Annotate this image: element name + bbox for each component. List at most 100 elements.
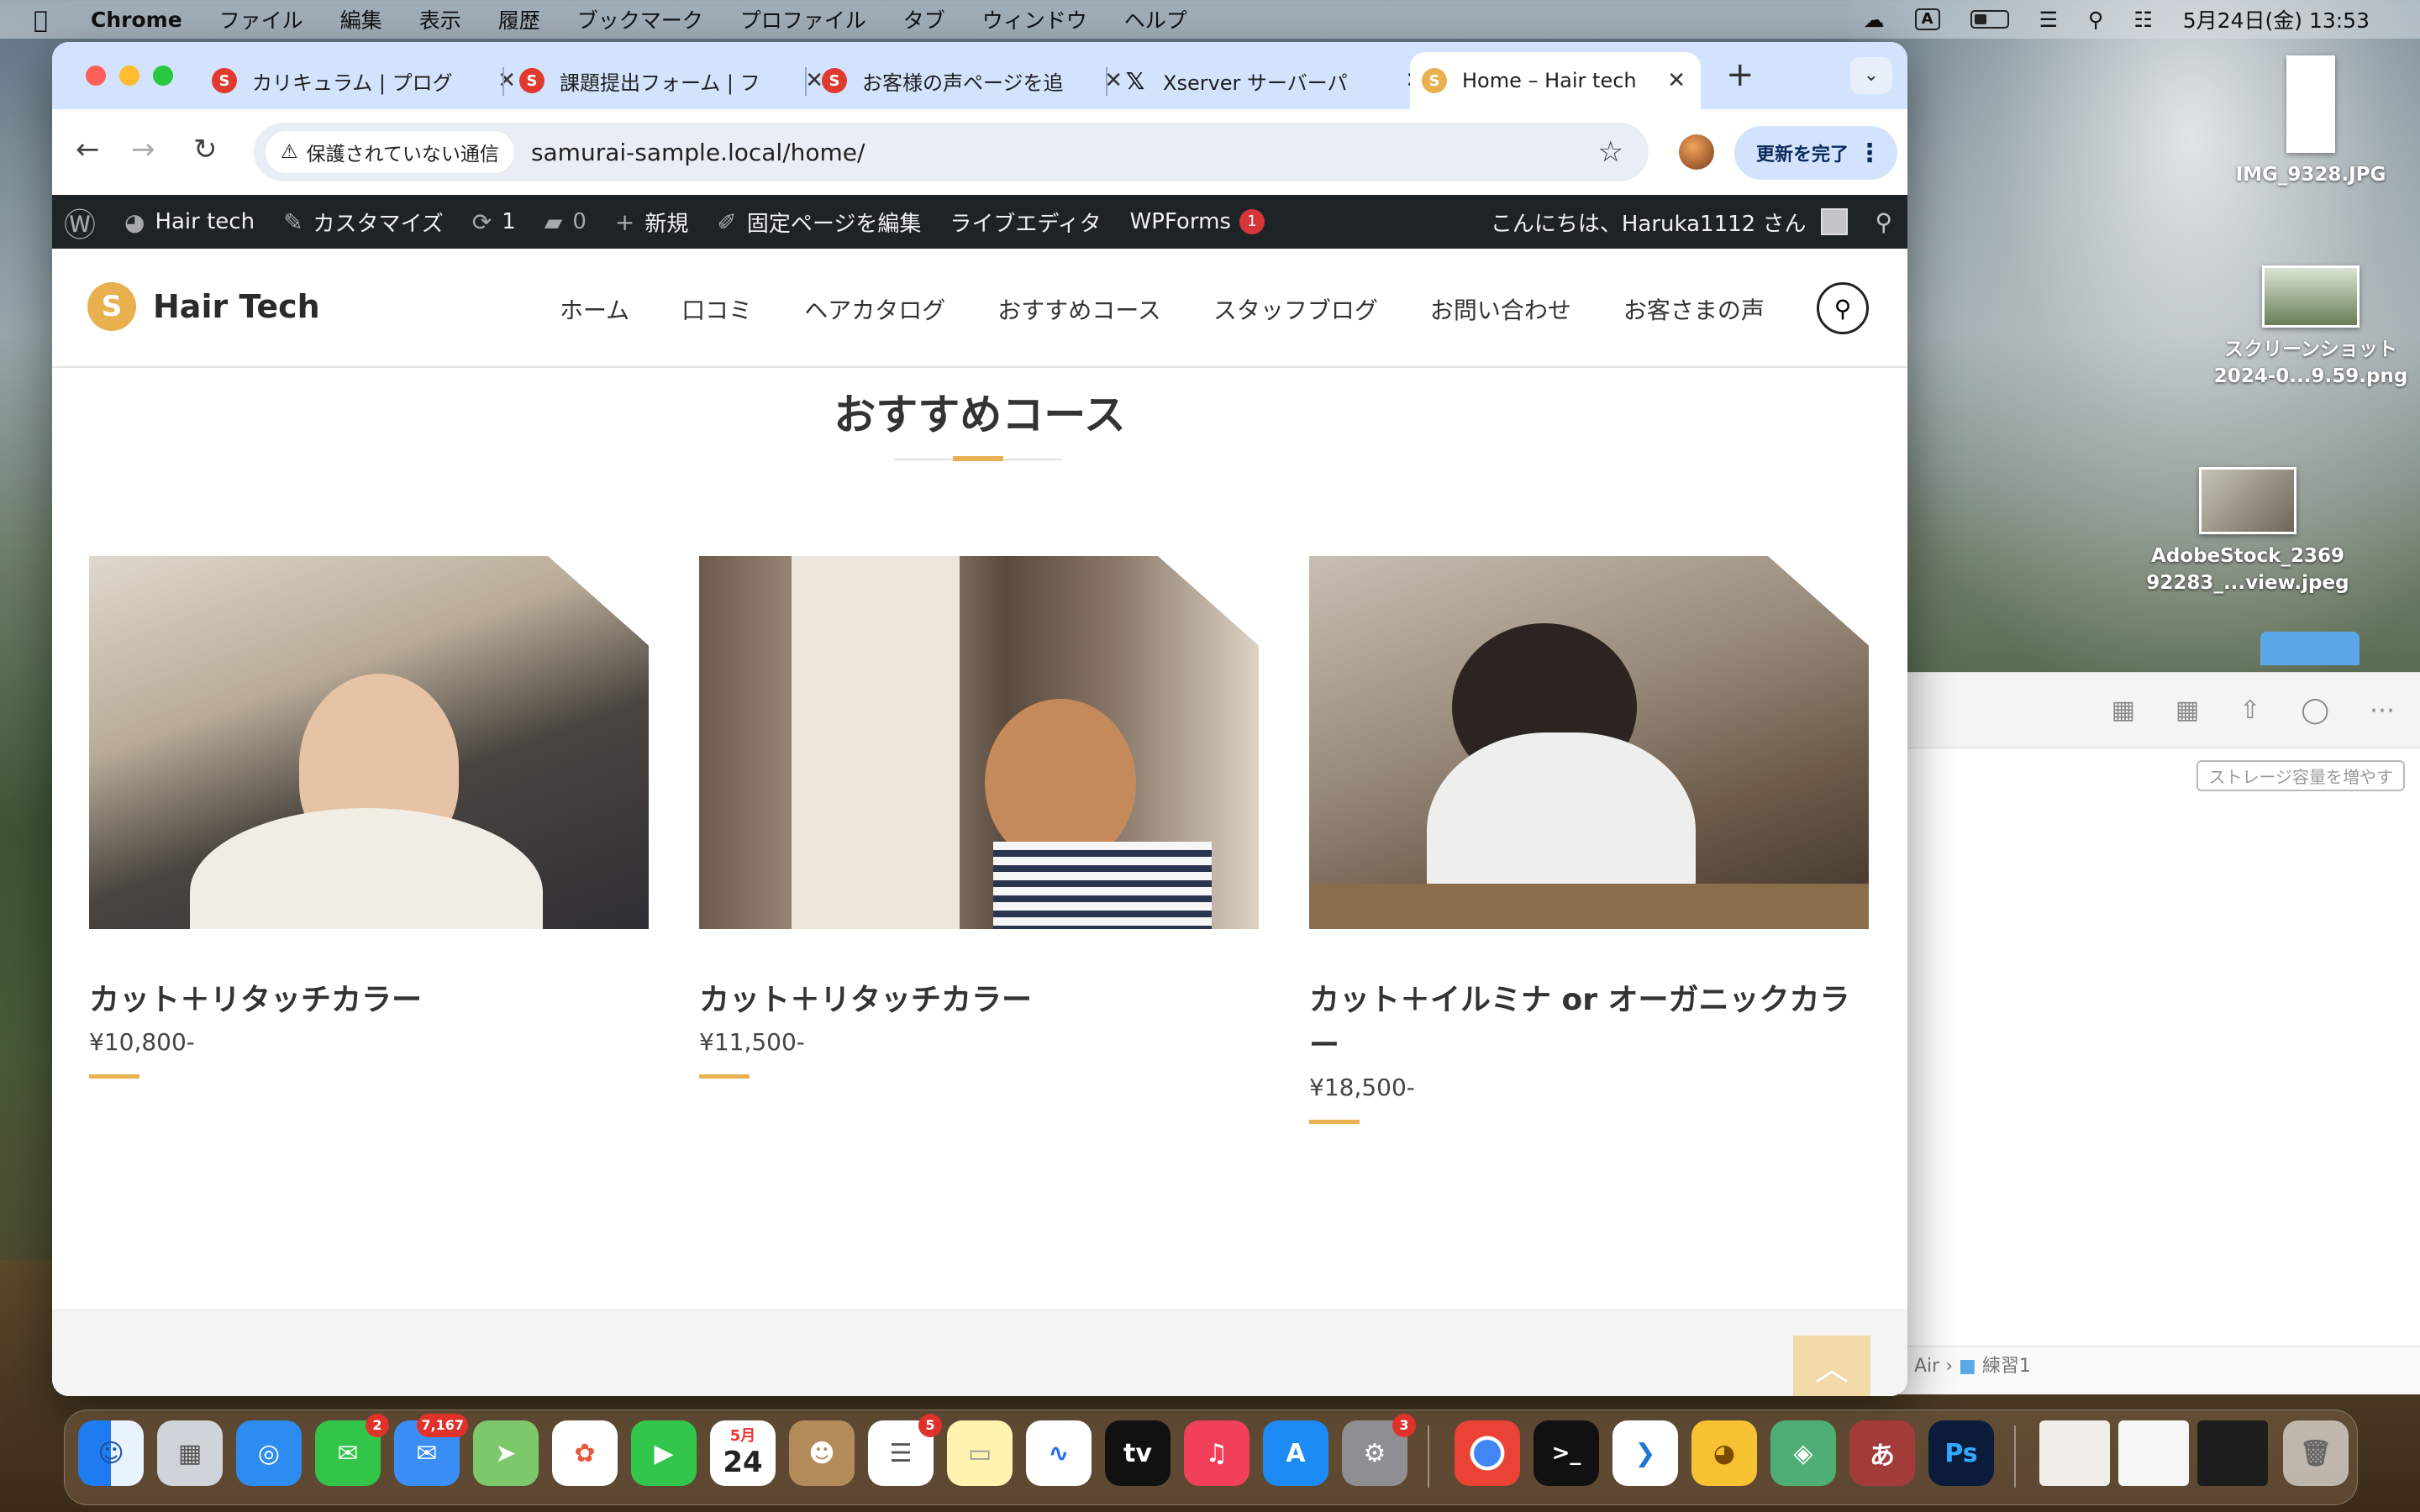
course-title[interactable]: カット＋イルミナ or オーガニックカラー xyxy=(1309,978,1869,1068)
photoshop-dock-icon[interactable]: Ps xyxy=(1928,1420,1994,1486)
music-dock-icon[interactable]: ♫ xyxy=(1184,1420,1249,1486)
menu-history[interactable]: 履歴 xyxy=(498,4,540,34)
wp-wpforms[interactable]: WPForms 1 xyxy=(1130,209,1265,234)
menu-bookmarks[interactable]: ブックマーク xyxy=(577,4,703,34)
notes-dock-icon[interactable]: ▭ xyxy=(947,1420,1013,1486)
app-menu[interactable]: Chrome xyxy=(91,8,182,32)
tab-home-hair-tech[interactable]: S Home – Hair tech ✕ xyxy=(1410,52,1701,109)
tab-search-chevron-icon[interactable]: ⌄ xyxy=(1850,57,1892,94)
wp-customize[interactable]: ✎ カスタマイズ xyxy=(283,207,444,238)
input-mode-icon[interactable]: A xyxy=(1914,8,1940,30)
address-bar[interactable]: ⚠ 保護されていない通信 samurai-sample.local/home/ … xyxy=(254,123,1649,181)
tab-curriculum[interactable]: S カリキュラム | プログ ✕ xyxy=(212,52,531,109)
url-text[interactable]: samurai-sample.local/home/ xyxy=(531,139,865,166)
nav-home[interactable]: ホーム xyxy=(560,292,629,326)
wp-live-editor[interactable]: ライブエディタ xyxy=(950,207,1101,238)
menu-help[interactable]: ヘルプ xyxy=(1124,4,1187,34)
back-arrow-icon[interactable]: ← xyxy=(76,133,100,166)
security-chip[interactable]: ⚠ 保護されていない通信 xyxy=(266,131,514,173)
path-segment[interactable]: Air xyxy=(1914,1356,1939,1377)
new-tab-icon[interactable]: + xyxy=(1726,55,1754,94)
site-logo[interactable]: S Hair Tech xyxy=(87,282,320,331)
increase-storage-button[interactable]: ストレージ容量を増やす xyxy=(2196,760,2405,791)
ime-dock-icon[interactable]: あ xyxy=(1849,1420,1915,1486)
wp-site-name[interactable]: ◕ Hair tech xyxy=(124,208,255,236)
recent-window-thumbnail[interactable] xyxy=(2197,1420,2268,1486)
clock[interactable]: 5月24日(金) 13:53 xyxy=(2183,4,2370,34)
folder-icon[interactable] xyxy=(2260,632,2360,665)
battery-icon[interactable] xyxy=(1970,10,2009,29)
desktop-file-adobestock[interactable]: AdobeStock_2369 92283_...view.jpeg xyxy=(2134,467,2361,596)
trash-dock-icon[interactable]: 🗑 xyxy=(2283,1420,2349,1486)
cyberduck-dock-icon[interactable]: ◕ xyxy=(1691,1420,1757,1486)
wp-updates[interactable]: ⟳ 1 xyxy=(472,208,516,236)
photos-dock-icon[interactable]: ✿ xyxy=(552,1420,618,1486)
facetime-dock-icon[interactable]: ▶ xyxy=(631,1420,697,1486)
wp-new[interactable]: + 新規 xyxy=(615,207,688,238)
tag-icon[interactable]: ◯ xyxy=(2301,696,2329,725)
close-tab-icon[interactable]: ✕ xyxy=(805,68,823,93)
menu-tab[interactable]: タブ xyxy=(903,4,945,34)
safari-dock-icon[interactable]: ◎ xyxy=(236,1420,302,1486)
course-card[interactable]: カット＋リタッチカラー ¥10,800- xyxy=(89,556,649,1079)
desktop-file-img[interactable]: IMG_9328.JPG xyxy=(2185,55,2420,188)
close-tab-icon[interactable]: ✕ xyxy=(1667,68,1686,93)
recent-window-thumbnail[interactable] xyxy=(2039,1420,2110,1486)
menu-edit[interactable]: 編集 xyxy=(340,4,382,34)
reload-icon[interactable]: ↻ xyxy=(193,133,218,166)
launchpad-dock-icon[interactable]: ▦ xyxy=(157,1420,223,1486)
recent-window-thumbnail[interactable] xyxy=(2118,1420,2189,1486)
maps-dock-icon[interactable]: ➤ xyxy=(473,1420,539,1486)
more-icon[interactable]: ⋯ xyxy=(2370,696,2395,725)
search-icon[interactable]: ⚲ xyxy=(1875,208,1892,236)
site-search-button[interactable]: ⚲ xyxy=(1817,282,1869,334)
calendar-dock-icon[interactable]: 5月 24 xyxy=(710,1420,776,1486)
chrome-dock-icon[interactable] xyxy=(1455,1420,1520,1486)
desktop-file-screenshot[interactable]: スクリーンショット 2024-0...9.59.png xyxy=(2202,265,2420,390)
nav-staff-blog[interactable]: スタッフブログ xyxy=(1213,292,1378,326)
apple-tv-dock-icon[interactable]: tv xyxy=(1105,1420,1171,1486)
tab-customer-voice[interactable]: S お客様の声ページを追 ✕ xyxy=(822,52,1138,109)
forward-arrow-icon[interactable]: → xyxy=(131,133,155,166)
profile-avatar[interactable] xyxy=(1679,134,1714,170)
close-window-button[interactable] xyxy=(86,66,106,86)
course-title[interactable]: カット＋リタッチカラー xyxy=(89,978,649,1023)
user-avatar[interactable] xyxy=(1821,208,1849,235)
bookmark-star-icon[interactable]: ☆ xyxy=(1598,135,1623,169)
tab-xserver[interactable]: 𝕏 Xserver サーバーパ ✕ xyxy=(1123,52,1439,109)
apple-menu-icon[interactable]:  xyxy=(34,6,67,34)
menu-profile[interactable]: プロファイル xyxy=(740,4,866,34)
icon-view-icon[interactable]: ▦ xyxy=(2112,696,2135,725)
nav-recommended-courses[interactable]: おすすめコース xyxy=(997,292,1161,326)
course-card[interactable]: カット＋リタッチカラー ¥11,500- xyxy=(699,556,1259,1079)
creative-cloud-icon[interactable]: ☁ xyxy=(1864,8,1885,32)
menu-view[interactable]: 表示 xyxy=(419,4,461,34)
update-button[interactable]: 更新を完了 ⋮ xyxy=(1734,126,1897,180)
nav-reviews[interactable]: 口コミ xyxy=(681,292,752,326)
greeting-label[interactable]: こんにちは、Haruka1112 さん xyxy=(1491,207,1807,238)
wifi-icon[interactable]: ☰ xyxy=(2039,8,2058,32)
back-to-top-button[interactable]: ︿ xyxy=(1793,1336,1870,1396)
app-store-dock-icon[interactable]: A xyxy=(1263,1420,1328,1486)
spotlight-search-icon[interactable]: ⚲ xyxy=(2088,8,2103,32)
wp-edit-page[interactable]: ✐ 固定ページを編集 xyxy=(717,207,921,238)
share-icon[interactable]: ⇧ xyxy=(2239,696,2260,725)
contacts-dock-icon[interactable]: ☻ xyxy=(789,1420,855,1486)
course-title[interactable]: カット＋リタッチカラー xyxy=(699,978,1259,1023)
tab-submission-form[interactable]: S 課題提出フォーム | フ ✕ xyxy=(519,52,839,109)
wp-comments[interactable]: ▰ 0 xyxy=(544,208,587,236)
nav-hair-catalog[interactable]: ヘアカタログ xyxy=(804,292,945,326)
close-tab-icon[interactable]: ✕ xyxy=(497,68,516,93)
system-settings-dock-icon[interactable]: ⚙ 3 xyxy=(1342,1414,1416,1486)
local-dock-icon[interactable]: ◈ xyxy=(1770,1420,1836,1486)
finder-dock-icon[interactable]: ☺ xyxy=(78,1420,144,1486)
menu-window[interactable]: ウィンドウ xyxy=(982,4,1087,34)
course-card[interactable]: カット＋イルミナ or オーガニックカラー ¥18,500- xyxy=(1309,556,1869,1124)
group-view-icon[interactable]: ▦ xyxy=(2175,696,2199,725)
path-segment[interactable]: 練習1 xyxy=(1982,1356,2031,1377)
wp-logo-button[interactable]: Ⓦ xyxy=(64,199,96,245)
nav-customer-voice[interactable]: お客さまの声 xyxy=(1623,292,1765,326)
control-center-icon[interactable]: ☷ xyxy=(2133,8,2152,32)
nav-contact[interactable]: お問い合わせ xyxy=(1430,292,1571,326)
vscode-dock-icon[interactable]: ❯ xyxy=(1612,1420,1678,1486)
